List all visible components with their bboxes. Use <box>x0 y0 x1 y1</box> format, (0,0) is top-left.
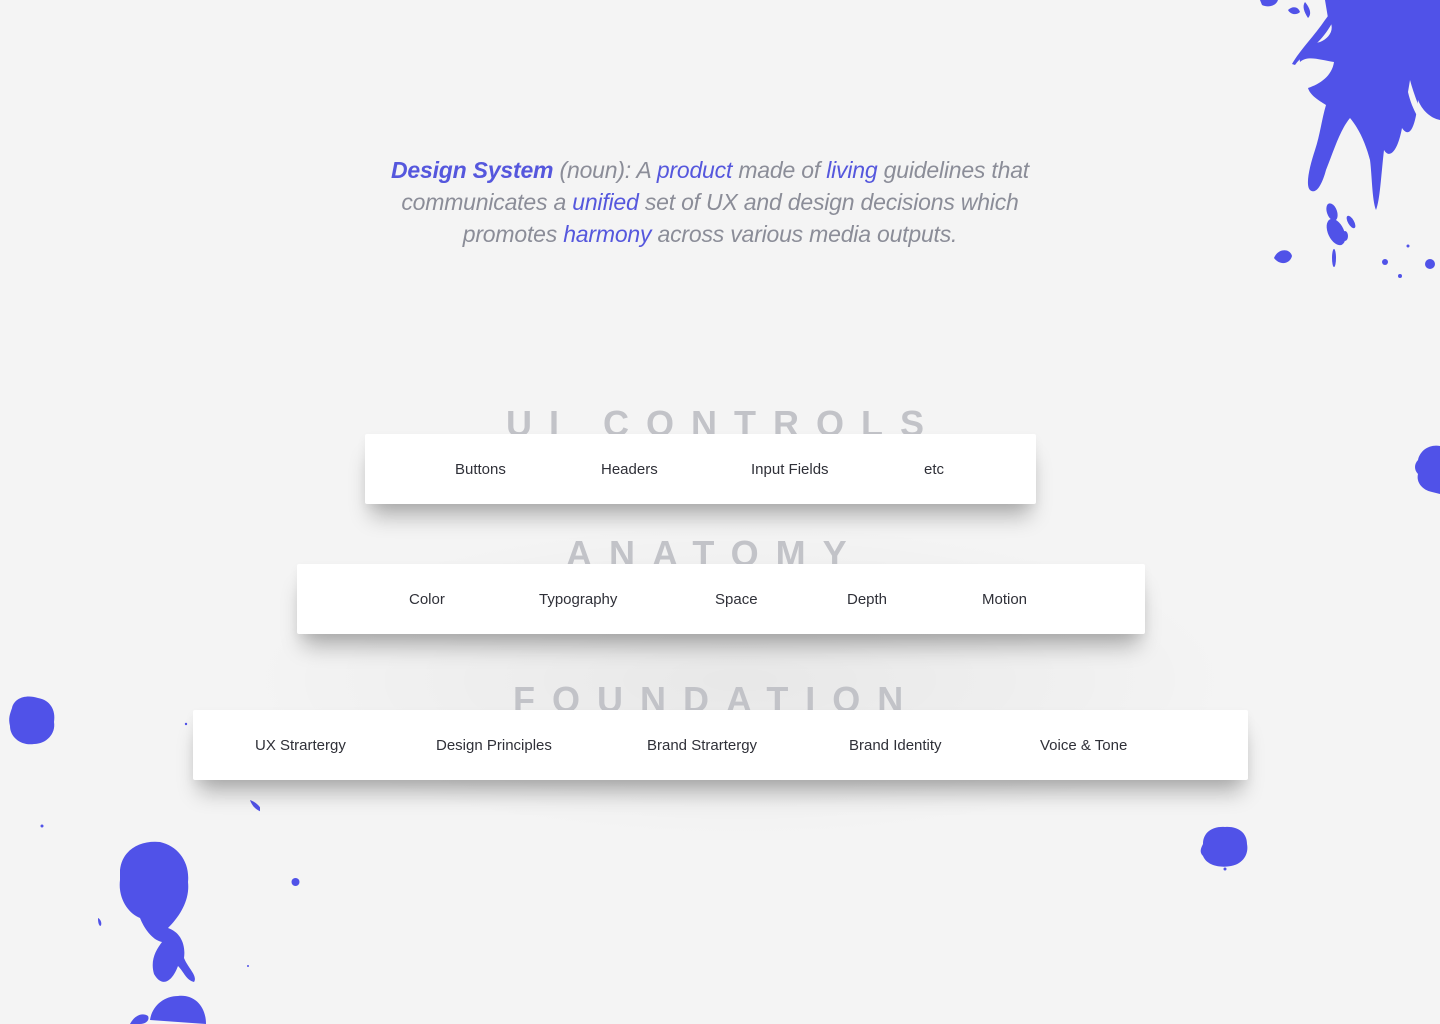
layer-item-motion[interactable]: Motion <box>982 591 1027 609</box>
definition-text: made of <box>732 157 827 183</box>
layer-item-voice-and-tone[interactable]: Voice & Tone <box>1040 737 1127 755</box>
layer-item-headers[interactable]: Headers <box>601 461 658 479</box>
layer-bar-foundation: UX Strartergy Design Principles Brand St… <box>193 710 1248 780</box>
definition-text: across various media outputs. <box>651 221 958 247</box>
ink-splatter-top-right-icon <box>1260 0 1440 278</box>
layer-item-typography[interactable]: Typography <box>539 591 617 609</box>
highlight-word-living: living <box>826 157 878 183</box>
highlight-word-product: product <box>656 157 733 183</box>
definition-text: (noun): A <box>553 157 657 183</box>
layer-item-brand-strategy[interactable]: Brand Strartergy <box>647 737 757 755</box>
ink-splatter-right-blob-icon <box>1200 826 1248 871</box>
layer-item-color[interactable]: Color <box>409 591 445 609</box>
layer-bar-ui-controls: Buttons Headers Input Fields etc <box>365 434 1036 504</box>
layer-item-buttons[interactable]: Buttons <box>455 461 506 479</box>
design-system-definition: Design System (noun): A product made of … <box>370 154 1050 250</box>
ink-splatter-dot-icon <box>291 878 300 886</box>
layer-item-ux-strategy[interactable]: UX Strartergy <box>255 737 346 755</box>
layer-item-space[interactable]: Space <box>715 591 758 609</box>
layer-item-depth[interactable]: Depth <box>847 591 887 609</box>
layer-item-input-fields[interactable]: Input Fields <box>751 461 829 479</box>
layer-item-design-principles[interactable]: Design Principles <box>436 737 552 755</box>
definition-term: Design System <box>391 157 554 183</box>
ink-splatter-right-edge-icon <box>1415 445 1440 494</box>
layer-bar-anatomy: Color Typography Space Depth Motion <box>297 564 1145 634</box>
highlight-word-harmony: harmony <box>563 221 652 247</box>
layer-item-etc[interactable]: etc <box>924 461 944 479</box>
layer-item-brand-identity[interactable]: Brand Identity <box>849 737 942 755</box>
highlight-word-unified: unified <box>572 189 639 215</box>
